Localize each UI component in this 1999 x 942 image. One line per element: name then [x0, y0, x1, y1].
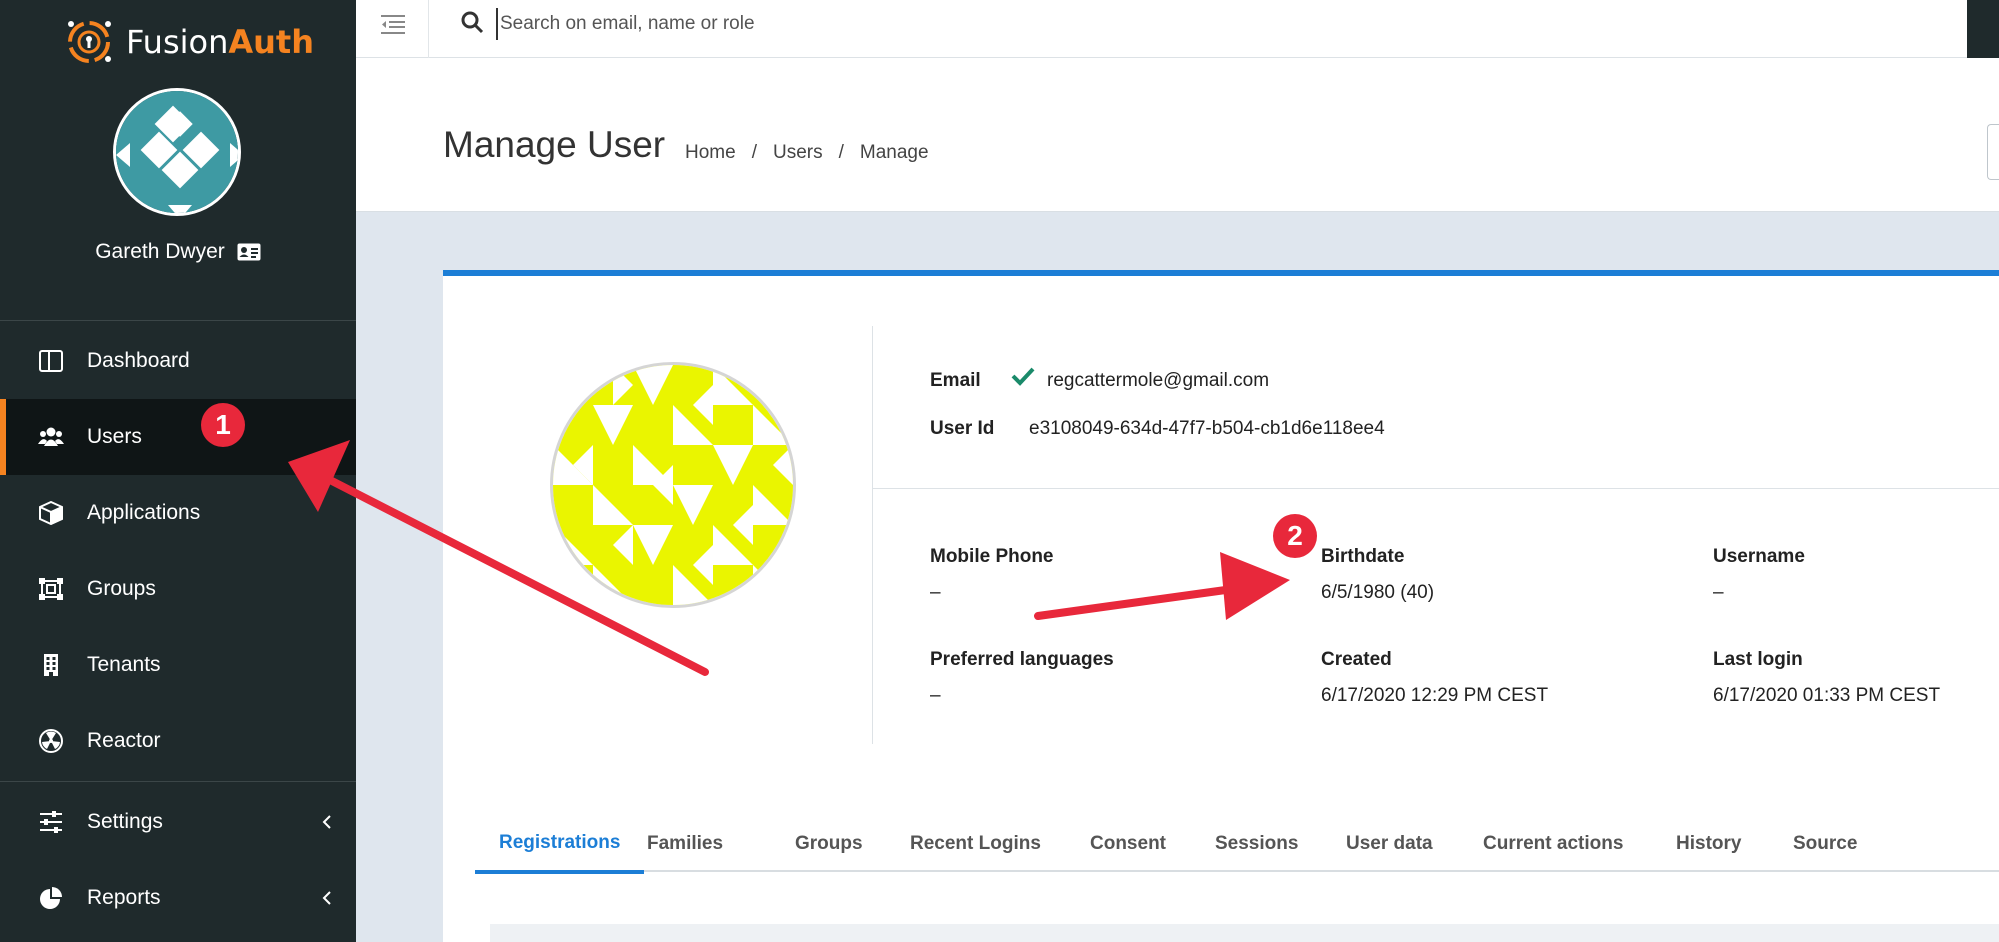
tab-source[interactable]: Source: [1793, 816, 1857, 872]
top-bar: [356, 0, 1999, 58]
user-tabs: Registrations Families Groups Recent Log…: [475, 816, 1999, 874]
breadcrumb: Home / Users / Manage: [685, 142, 929, 164]
verified-check-icon: [1011, 367, 1035, 386]
tab-recent-logins[interactable]: Recent Logins: [910, 816, 1041, 872]
email-value: regcattermole@gmail.com: [1047, 370, 1270, 391]
sidebar-user-name: Gareth Dwyer: [0, 240, 356, 264]
cube-icon: [39, 501, 63, 525]
sidebar-user-avatar[interactable]: [113, 88, 241, 216]
tab-history[interactable]: History: [1676, 816, 1741, 872]
sidebar-item-settings[interactable]: Settings: [0, 784, 356, 860]
tab-sessions[interactable]: Sessions: [1215, 816, 1298, 872]
chevron-left-icon[interactable]: [320, 886, 334, 910]
fusionauth-logo-icon: [68, 21, 111, 63]
vertical-divider: [872, 326, 873, 744]
user-id-value: e3108049-634d-47f7-b504-cb1d6e118ee4: [1029, 418, 1385, 439]
search-icon: [461, 11, 484, 34]
sliders-icon: [40, 811, 62, 833]
breadcrumb-manage: Manage: [859, 142, 929, 163]
last-login-label: Last login: [1713, 649, 1803, 670]
last-login-value: 6/17/2020 01:33 PM CEST: [1713, 685, 1941, 706]
groups-icon: [39, 578, 63, 600]
breadcrumb-separator: /: [838, 142, 844, 163]
sidebar-divider: [0, 320, 356, 321]
sidebar-item-groups[interactable]: Groups: [0, 551, 356, 627]
user-avatar: [550, 362, 796, 608]
registrations-table-header: [490, 924, 1999, 942]
breadcrumb-users[interactable]: Users: [773, 142, 823, 164]
mobile-phone-value: –: [930, 582, 941, 603]
mobile-phone-label: Mobile Phone: [930, 546, 1054, 567]
sidebar-item-applications[interactable]: Applications: [0, 475, 356, 551]
search-input[interactable]: [496, 8, 1096, 40]
horizontal-divider: [873, 488, 1999, 489]
tab-user-data[interactable]: User data: [1346, 816, 1433, 872]
tab-current-actions[interactable]: Current actions: [1483, 816, 1623, 872]
chevron-left-icon[interactable]: [320, 810, 334, 834]
breadcrumb-home[interactable]: Home: [685, 142, 736, 164]
sidebar-item-tenants[interactable]: Tenants: [0, 627, 356, 703]
fusionauth-logo[interactable]: FusionAuth: [62, 14, 314, 70]
username-label: Username: [1713, 546, 1805, 567]
sidebar-divider: [0, 781, 356, 782]
tab-consent[interactable]: Consent: [1090, 816, 1166, 872]
preferred-languages-label: Preferred languages: [930, 649, 1114, 670]
sidebar-item-reports[interactable]: Reports: [0, 860, 356, 936]
breadcrumb-separator: /: [751, 142, 757, 163]
logo-text: FusionAuth: [126, 23, 314, 61]
sidebar-item-users[interactable]: Users: [0, 399, 356, 475]
sidebar-item-dashboard[interactable]: Dashboard: [0, 323, 356, 399]
building-icon: [44, 654, 58, 676]
header-action-button[interactable]: [1987, 124, 1999, 180]
sidebar-item-reactor[interactable]: Reactor: [0, 703, 356, 779]
id-card-icon[interactable]: [237, 243, 261, 261]
tab-registrations[interactable]: Registrations: [475, 816, 645, 874]
tab-groups[interactable]: Groups: [795, 816, 863, 872]
email-label: Email: [930, 370, 981, 391]
menu-toggle-button[interactable]: [356, 0, 429, 58]
menu-collapse-icon: [381, 15, 405, 34]
birthdate-value: 6/5/1980 (40): [1321, 582, 1435, 603]
preferred-languages-value: –: [930, 685, 941, 706]
dashboard-icon: [39, 350, 63, 372]
annotation-badge-2: 2: [1273, 514, 1317, 558]
username-value: –: [1713, 582, 1724, 603]
users-icon: [38, 427, 64, 446]
user-id-label: User Id: [930, 418, 995, 439]
sidebar: FusionAuth Gareth Dwyer Dashboard Users …: [0, 0, 356, 942]
birthdate-label: Birthdate: [1321, 546, 1405, 567]
page-header: Manage User Home / Users / Manage: [356, 58, 1999, 212]
topbar-edge: [1967, 0, 1999, 58]
pie-chart-icon: [40, 887, 62, 909]
user-details-panel: Email regcattermole@gmail.com User Id e3…: [443, 270, 1999, 942]
page-title: Manage User: [443, 124, 666, 165]
annotation-badge-1: 1: [201, 403, 245, 447]
created-value: 6/17/2020 12:29 PM CEST: [1321, 685, 1549, 706]
tab-families[interactable]: Families: [647, 816, 723, 872]
created-label: Created: [1321, 649, 1392, 670]
radiation-icon: [39, 729, 63, 753]
